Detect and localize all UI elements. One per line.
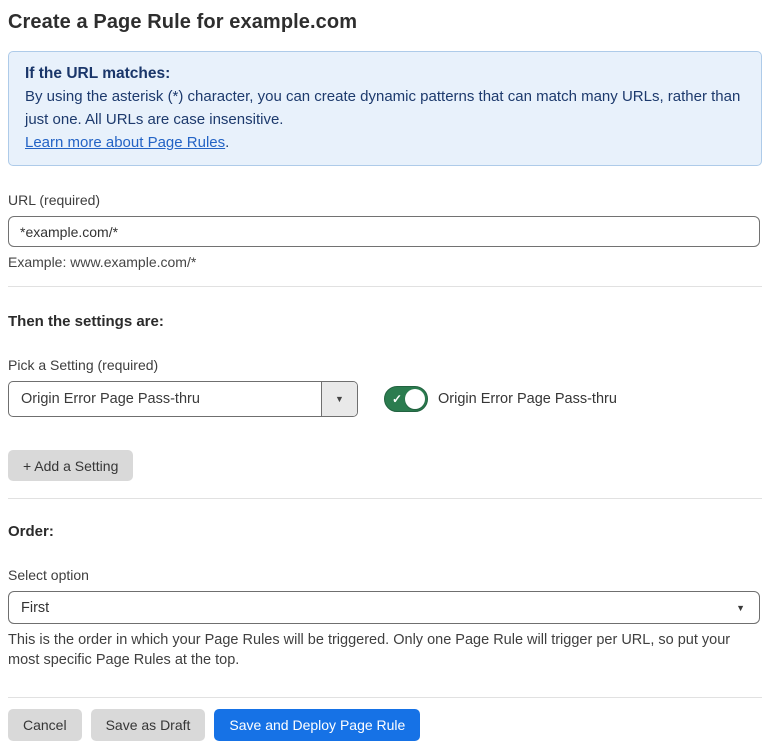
setting-dropdown-arrow-button[interactable]: ▼	[321, 382, 357, 416]
learn-more-link[interactable]: Learn more about Page Rules	[25, 134, 225, 151]
cancel-button[interactable]: Cancel	[8, 709, 82, 741]
info-box-link-line: Learn more about Page Rules.	[25, 131, 745, 154]
save-as-draft-button[interactable]: Save as Draft	[90, 709, 206, 741]
pick-setting-label: Pick a Setting (required)	[8, 357, 159, 373]
order-select-label: Select option	[8, 567, 89, 583]
setting-toggle[interactable]: ✓	[384, 386, 428, 412]
setting-dropdown-value: Origin Error Page Pass-thru	[21, 391, 200, 407]
footer-actions: Cancel Save as Draft Save and Deploy Pag…	[8, 709, 762, 741]
check-icon: ✓	[392, 391, 403, 406]
toggle-knob	[405, 389, 425, 409]
add-setting-button[interactable]: + Add a Setting	[8, 450, 134, 481]
settings-section-heading: Then the settings are:	[8, 313, 164, 330]
link-suffix: .	[225, 134, 230, 151]
order-select[interactable]: First ▼	[8, 591, 760, 624]
url-field-label: URL (required)	[8, 192, 101, 208]
divider	[8, 697, 762, 698]
url-input[interactable]	[8, 216, 760, 247]
info-box-heading: If the URL matches:	[25, 65, 171, 82]
info-box-body: By using the asterisk (*) character, you…	[25, 88, 741, 128]
url-field-helper: Example: www.example.com/*	[8, 254, 197, 270]
chevron-down-icon: ▼	[736, 602, 745, 613]
order-select-value: First	[21, 599, 50, 616]
page-title: Create a Page Rule for example.com	[8, 11, 358, 33]
divider	[8, 286, 762, 287]
setting-dropdown[interactable]: Origin Error Page Pass-thru ▼	[8, 381, 358, 417]
save-and-deploy-button[interactable]: Save and Deploy Page Rule	[214, 709, 421, 741]
order-section-heading: Order:	[8, 523, 54, 540]
url-match-info-box: If the URL matches: By using the asteris…	[8, 51, 762, 166]
divider	[8, 498, 762, 499]
order-helper-text: This is the order in which your Page Rul…	[8, 632, 731, 668]
chevron-down-icon: ▼	[335, 394, 344, 404]
setting-row: Origin Error Page Pass-thru ▼ ✓ Origin E…	[8, 381, 762, 417]
setting-toggle-label: Origin Error Page Pass-thru	[438, 391, 617, 407]
